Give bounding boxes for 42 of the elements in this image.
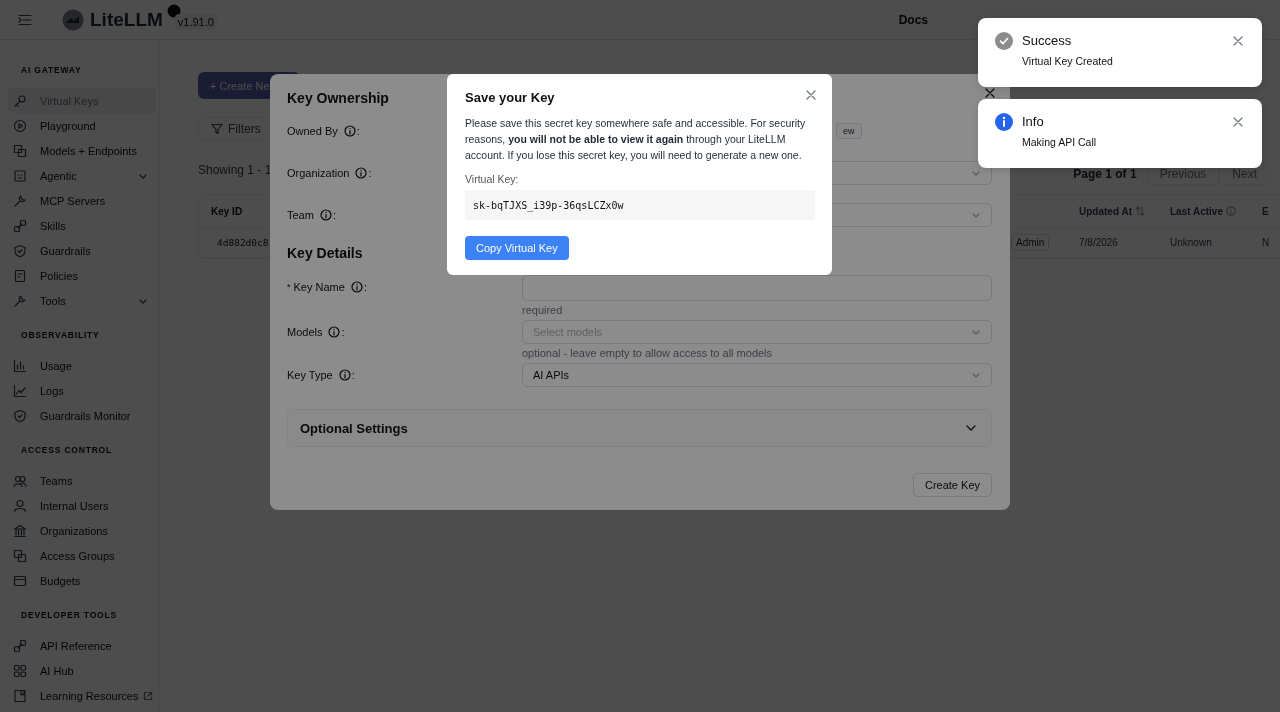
field-label: Team: [287, 209, 314, 221]
label-colon: :: [351, 369, 355, 381]
required-mark: *: [287, 282, 291, 292]
key-value: sk-bqTJXS_i39p-36qsLCZx0w: [465, 190, 815, 220]
section-heading: DEVELOPER TOOLS: [21, 609, 117, 621]
dialog-title: Save your Key: [465, 90, 555, 105]
section-heading: OBSERVABILITY: [21, 329, 100, 341]
field-label: Organization: [287, 167, 350, 179]
page-indicator: Page 1 of 1: [1073, 167, 1137, 181]
section-title: Key Ownership: [287, 90, 389, 106]
table-cell: Unknown: [1170, 237, 1212, 248]
help-text: optional - leave empty to allow access to all models: [522, 346, 774, 361]
section-heading: AI GATEWAY: [21, 64, 82, 76]
section-title: Key Details: [287, 245, 363, 261]
label-colon: :: [341, 326, 345, 338]
label-colon: :: [356, 125, 360, 137]
tag: ew: [836, 123, 862, 139]
key-label: Virtual Key:: [465, 173, 520, 185]
column-header: Key ID: [211, 205, 243, 217]
table-cell: 7/8/2026: [1079, 237, 1118, 248]
notification-title: Info: [1022, 113, 1045, 131]
app-name: LiteLLM: [90, 8, 163, 31]
version-badge: v1.91.0: [174, 13, 217, 30]
label-colon: :: [363, 281, 367, 293]
notification-message: Making API Call: [1022, 136, 1098, 148]
field-label: Models: [287, 326, 323, 338]
field-label: Owned By: [287, 125, 338, 137]
table-cell: N: [1262, 237, 1270, 248]
column-header: Last Active: [1170, 205, 1223, 217]
section-heading: ACCESS CONTROL: [21, 444, 112, 456]
notification-title: Success: [1022, 32, 1073, 50]
label-colon: :: [368, 167, 372, 179]
column-header: E: [1262, 205, 1269, 217]
table-cell-text: 4d882d0c8: [216, 237, 269, 248]
column-header: Updated At: [1079, 205, 1132, 217]
help-text: required: [522, 303, 564, 318]
label-colon: :: [332, 209, 336, 221]
role-tag: Admin: [1011, 234, 1050, 251]
warning-text: Please save this secret key somewhere safe and accessible. For security reasons, you will not be able to view it again through your LiteLLM account. If you lose this secret key, you will need to generate a new one.: [465, 116, 807, 163]
field-label: Key Type: [287, 369, 333, 381]
field-label: Key Name: [293, 281, 345, 293]
notification-message: Virtual Key Created: [1022, 55, 1114, 67]
